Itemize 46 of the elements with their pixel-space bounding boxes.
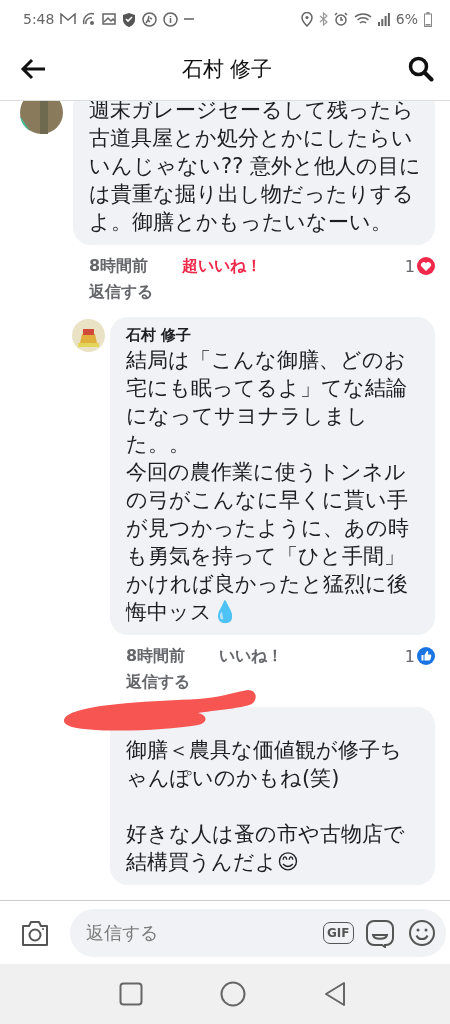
search-button[interactable] xyxy=(406,54,436,84)
gif-button[interactable]: GIF xyxy=(323,921,354,944)
info-icon xyxy=(163,11,179,27)
alarm-icon xyxy=(333,12,348,26)
walking-icon xyxy=(142,11,158,27)
comment-text: 御膳＜農具な価値観が修子ちゃんぽいのかもね(笑) xyxy=(126,737,403,792)
avatar xyxy=(72,319,105,352)
camera-icon xyxy=(20,918,50,947)
back-button[interactable] xyxy=(18,56,48,82)
shield-icon xyxy=(122,11,137,27)
sticker-icon xyxy=(365,917,394,948)
wifi-icon xyxy=(353,12,372,26)
timestamp: 8時間前 xyxy=(89,255,150,277)
wifi-calling-icon xyxy=(82,12,97,26)
reaction-count: 1 xyxy=(404,646,415,666)
like-reaction-icon xyxy=(417,647,435,665)
emoji-icon xyxy=(407,918,436,947)
square-icon xyxy=(118,982,143,1006)
reaction-count: 1 xyxy=(404,256,415,276)
timestamp: 8時間前 xyxy=(126,645,187,667)
love-reaction-icon xyxy=(417,257,435,275)
battery-icon xyxy=(424,11,432,27)
comment-text: 結局は「こんな御膳、どのお宅にも眠ってるよ」てな結論になってサヨナラしました。。 xyxy=(126,347,408,458)
reaction-link[interactable]: 超いいね！ xyxy=(182,255,262,277)
recent-apps-button[interactable] xyxy=(116,980,145,1008)
reply-field[interactable]: 返信する GIF xyxy=(70,908,446,957)
comment-text: 好きな人は蚤の市や古物店で結構買うんだよ😊 xyxy=(126,821,406,876)
page-title: 石村 修子 xyxy=(181,56,273,83)
battery-level: 6% xyxy=(395,11,418,27)
more-icon xyxy=(184,17,195,21)
author-name[interactable]: 石村 修子 xyxy=(126,324,423,346)
comment-text: 今回の農作業に使うトンネルの弓がこんなに早くに貰い手が見つかったように、あの時も勇気を持って「ひと手間」かければ良かったと猛烈に後悔中ッス💧 xyxy=(126,459,410,626)
back-arrow-icon xyxy=(20,58,46,80)
reaction-link[interactable]: いいね！ xyxy=(219,645,283,667)
image-icon xyxy=(102,13,117,25)
bluetooth-icon xyxy=(318,12,328,26)
reply-link[interactable]: 返信する xyxy=(110,669,190,695)
reply-link[interactable]: 返信する xyxy=(73,279,153,305)
mail-icon xyxy=(60,13,77,25)
location-icon xyxy=(300,11,313,27)
signal-icon xyxy=(377,12,390,26)
avatar xyxy=(20,101,63,134)
triangle-icon xyxy=(324,981,347,1007)
clock-time: 5:48 xyxy=(23,11,55,27)
circle-icon xyxy=(220,981,247,1007)
search-icon xyxy=(408,56,434,82)
